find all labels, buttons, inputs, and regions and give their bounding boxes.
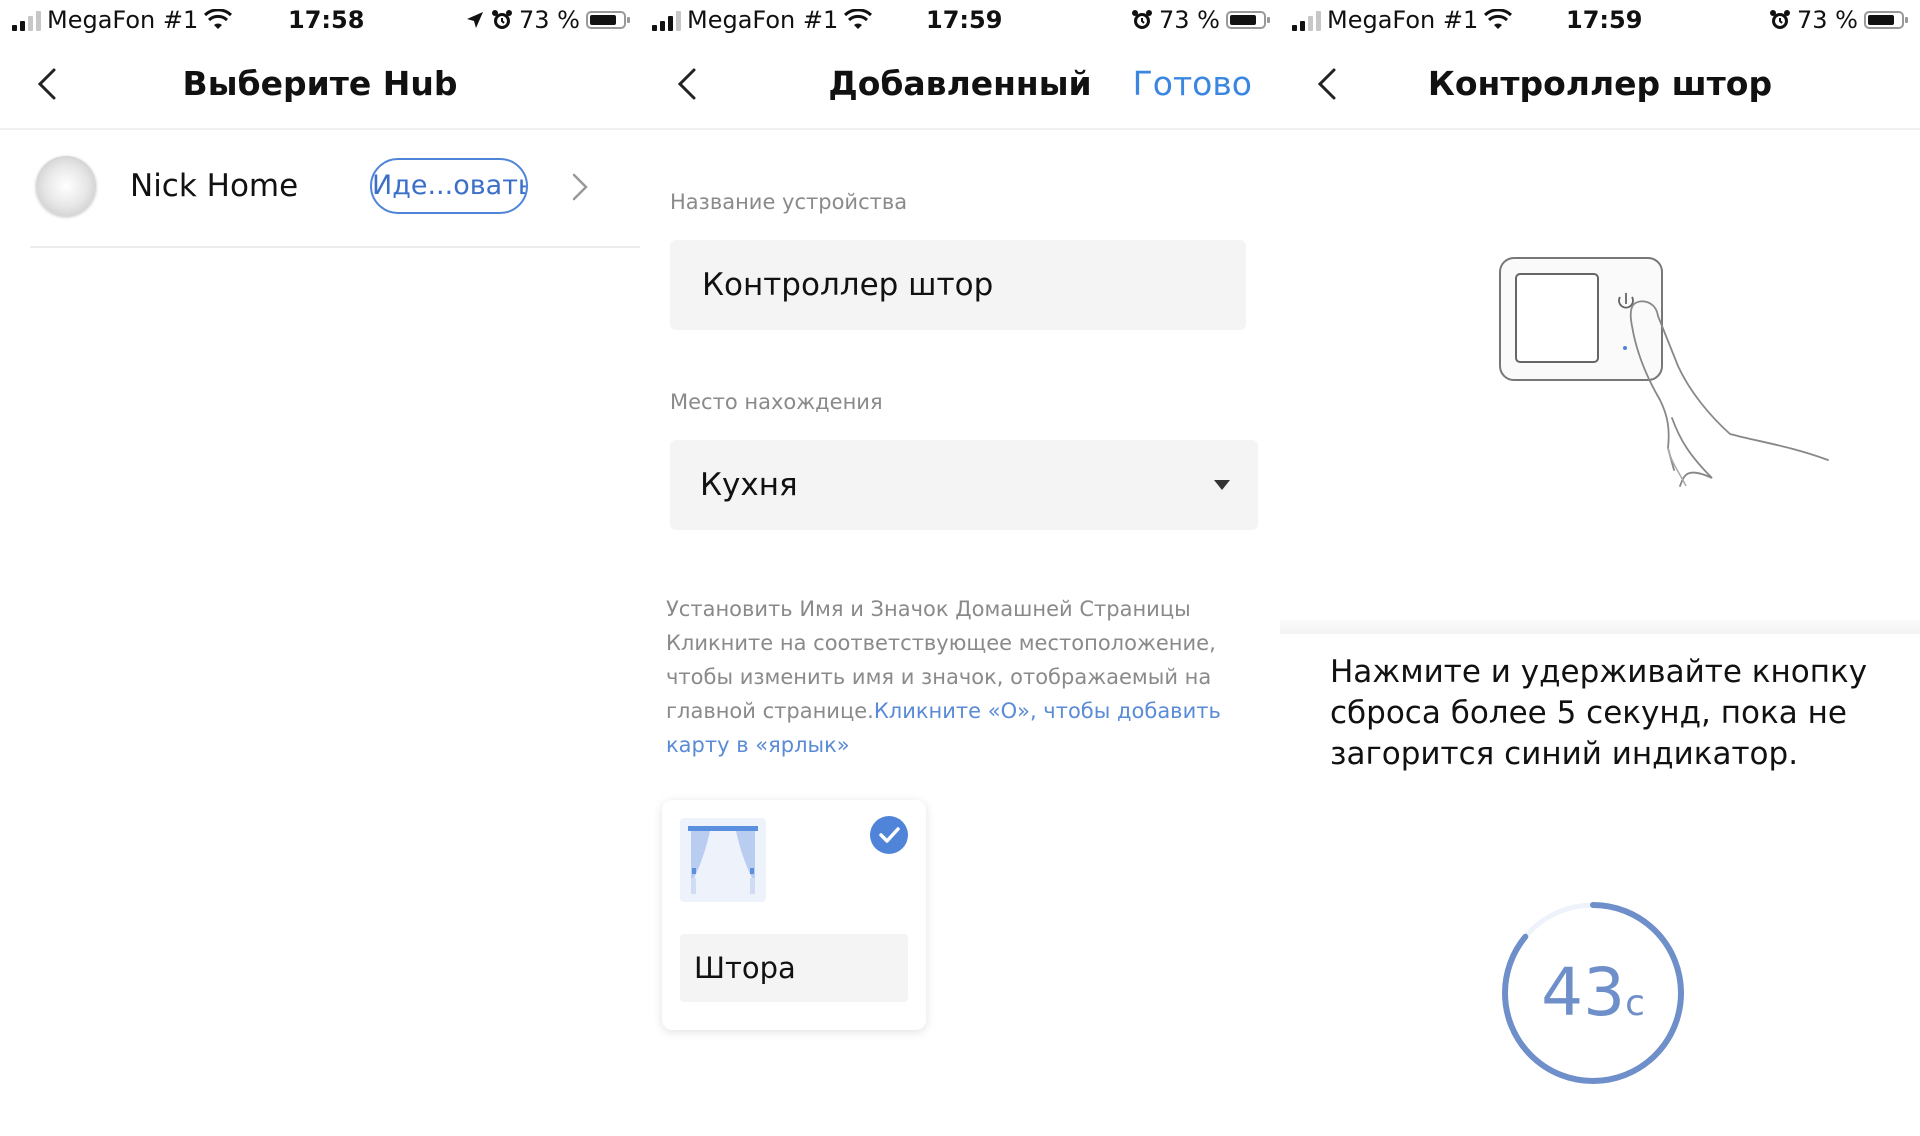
hub-action-badge[interactable]: Иде...овать — [370, 158, 528, 214]
battery-icon — [1864, 11, 1908, 29]
status-right: 73 % — [465, 6, 630, 34]
wifi-icon — [1484, 9, 1513, 29]
alarm-icon — [1770, 10, 1791, 29]
alarm-icon — [492, 10, 513, 29]
nav-bar: Контроллер штор — [1280, 58, 1920, 112]
screen-added-device: MegaFon #1 17:59 73 % Добавленный Готово… — [640, 0, 1280, 1136]
curtain-icon — [680, 818, 766, 902]
status-bar: MegaFon #1 17:59 73 % — [640, 0, 1280, 40]
carrier: MegaFon #1 — [12, 6, 233, 34]
carrier: MegaFon #1 — [1292, 6, 1513, 34]
carrier-name: MegaFon #1 — [47, 6, 199, 34]
status-right: 73 % — [1131, 6, 1270, 34]
countdown-timer: 43с — [1500, 900, 1686, 1086]
screen-select-hub: MegaFon #1 17:58 73 % Выберите Hub Nick … — [0, 0, 640, 1136]
signal-icon — [12, 9, 41, 31]
status-right: 73 % — [1769, 6, 1908, 34]
home-icon-hint: Установить Имя и Значок Домашней Страниц… — [666, 592, 1254, 762]
dropdown-arrow-icon — [1214, 480, 1230, 490]
reset-instruction: Нажмите и удерживайте кнопку сброса боле… — [1330, 654, 1868, 772]
section-divider — [1280, 620, 1920, 634]
timer-value: 43с — [1500, 954, 1686, 1031]
nav-bar: Добавленный Готово — [640, 58, 1280, 112]
nav-bar: Выберите Hub — [0, 58, 640, 112]
location-arrow-icon — [467, 12, 484, 28]
status-time: 17:59 — [926, 6, 1003, 34]
device-name-field[interactable] — [670, 240, 1246, 330]
location-label: Место нахождения — [670, 390, 883, 414]
battery-percent: 73 % — [519, 6, 580, 34]
page-title: Контроллер штор — [1427, 64, 1773, 103]
nav-divider — [0, 128, 640, 130]
battery-icon — [1226, 11, 1270, 29]
wifi-icon — [204, 9, 233, 29]
battery-percent: 73 % — [1797, 6, 1858, 34]
check-icon[interactable] — [870, 816, 908, 854]
hub-name: Nick Home — [130, 168, 299, 204]
carrier: MegaFon #1 — [652, 6, 873, 34]
battery-percent: 73 % — [1159, 6, 1220, 34]
nav-divider — [640, 128, 1280, 130]
alarm-icon — [1132, 10, 1153, 29]
chevron-right-icon — [572, 173, 588, 201]
timer-unit: с — [1625, 983, 1645, 1024]
home-card[interactable]: Штора — [662, 800, 926, 1030]
location-value: Кухня — [700, 467, 798, 503]
reset-illustration — [1280, 130, 1920, 624]
location-select[interactable]: Кухня — [670, 440, 1258, 530]
signal-icon — [1292, 9, 1321, 31]
wifi-icon — [844, 9, 873, 29]
status-time: 17:58 — [288, 6, 365, 34]
carrier-name: MegaFon #1 — [1327, 6, 1479, 34]
list-divider — [30, 246, 640, 248]
battery-icon — [586, 11, 630, 29]
status-time: 17:59 — [1566, 6, 1643, 34]
signal-icon — [652, 9, 681, 31]
hub-list-item[interactable]: Nick Home Иде...овать — [30, 150, 610, 246]
hub-avatar — [36, 156, 96, 216]
screen-curtain-controller: MegaFon #1 17:59 73 % Контроллер штор На… — [1280, 0, 1920, 1136]
device-name-input[interactable] — [700, 266, 1246, 304]
status-bar: MegaFon #1 17:58 73 % — [0, 0, 640, 40]
page-title: Выберите Hub — [182, 64, 458, 103]
device-name-label: Название устройства — [670, 190, 908, 214]
card-name[interactable]: Штора — [680, 934, 908, 1002]
timer-number: 43 — [1541, 954, 1626, 1031]
carrier-name: MegaFon #1 — [687, 6, 839, 34]
done-button[interactable]: Готово — [1133, 64, 1252, 103]
status-bar: MegaFon #1 17:59 73 % — [1280, 0, 1920, 40]
